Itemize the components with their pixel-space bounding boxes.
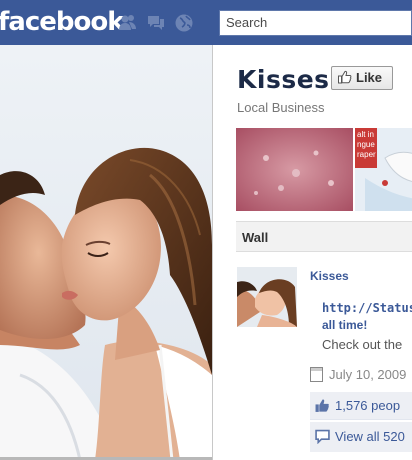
main-photo[interactable]: [0, 45, 212, 460]
post-text: Check out the: [322, 337, 403, 352]
wall-tab[interactable]: Wall: [236, 221, 412, 252]
svg-text:raper: raper: [357, 150, 376, 159]
like-button-label: Like: [356, 70, 383, 85]
messages-icon[interactable]: [146, 13, 166, 33]
like-button[interactable]: Like: [331, 66, 393, 90]
svg-text:ngue: ngue: [357, 140, 375, 149]
post-link-line: http://StatusS: [322, 301, 412, 315]
post-link[interactable]: http://StatusS all time!: [322, 300, 412, 334]
notifications-icon[interactable]: [174, 13, 194, 33]
post-likes-label: 1,576 peop: [335, 398, 401, 413]
facebook-logo[interactable]: facebook: [0, 7, 125, 37]
topbar-separator: [212, 0, 219, 45]
svg-text:alt in: alt in: [357, 130, 374, 139]
photo-thumbnail[interactable]: alt in ngue raper: [355, 128, 412, 211]
top-bar: facebook Search: [0, 0, 412, 45]
page-category[interactable]: Local Business: [237, 100, 324, 115]
search-input[interactable]: Search: [219, 10, 412, 36]
post-link-line: all time!: [322, 318, 368, 332]
page-title[interactable]: Kisses: [237, 65, 330, 94]
post-author-link[interactable]: Kisses: [310, 269, 349, 283]
photo-thumbnail[interactable]: [236, 128, 353, 211]
calendar-icon: [310, 367, 323, 382]
post-date-label: July 10, 2009: [329, 367, 407, 382]
page-sidebar: Kisses Like Local Business alt in ngue r…: [213, 45, 412, 460]
friend-requests-icon[interactable]: [118, 13, 138, 33]
view-comments-label: View all 520: [335, 429, 405, 444]
post-likes[interactable]: 1,576 peop: [310, 392, 412, 420]
comment-icon: [315, 429, 330, 444]
photo-strip: alt in ngue raper: [236, 128, 412, 211]
post-avatar[interactable]: [237, 267, 297, 327]
post-date[interactable]: July 10, 2009: [310, 367, 406, 382]
thumbs-up-icon: [315, 399, 329, 412]
kissing-couple-photo: [0, 45, 212, 460]
thumbs-up-icon: [338, 70, 352, 84]
view-comments-link[interactable]: View all 520: [310, 422, 412, 452]
